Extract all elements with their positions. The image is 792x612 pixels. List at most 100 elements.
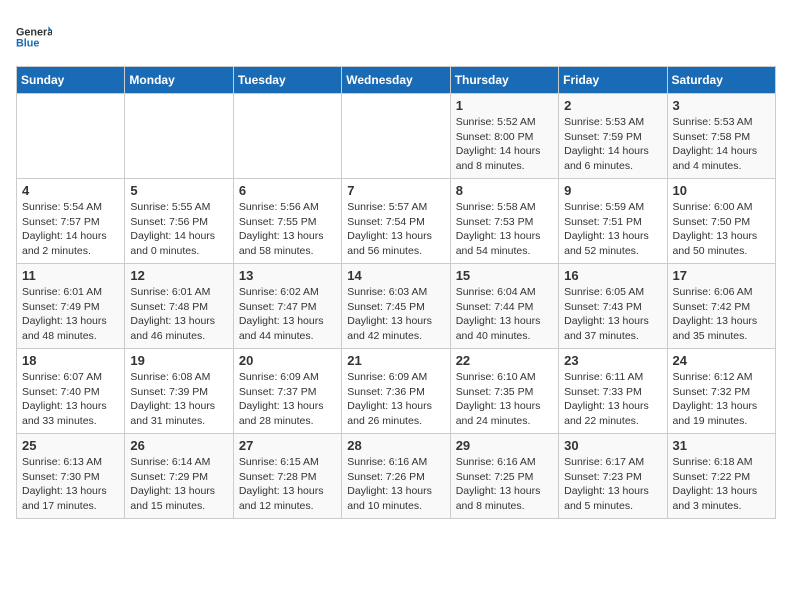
date-number: 8 <box>456 183 553 198</box>
svg-text:General: General <box>16 27 52 39</box>
cell-content: Sunrise: 5:52 AM Sunset: 8:00 PM Dayligh… <box>456 115 553 174</box>
date-number: 18 <box>22 353 119 368</box>
cell-content: Sunrise: 6:00 AM Sunset: 7:50 PM Dayligh… <box>673 200 770 259</box>
calendar-cell: 24 Sunrise: 6:12 AM Sunset: 7:32 PM Dayli… <box>667 349 775 434</box>
date-number: 29 <box>456 438 553 453</box>
date-number: 15 <box>456 268 553 283</box>
calendar-cell: 10 Sunrise: 6:00 AM Sunset: 7:50 PM Dayli… <box>667 179 775 264</box>
cell-content: Sunrise: 6:09 AM Sunset: 7:36 PM Dayligh… <box>347 370 444 429</box>
calendar-cell <box>125 94 233 179</box>
date-number: 16 <box>564 268 661 283</box>
date-number: 2 <box>564 98 661 113</box>
calendar-cell: 22 Sunrise: 6:10 AM Sunset: 7:35 PM Dayli… <box>450 349 558 434</box>
svg-text:Blue: Blue <box>16 37 39 49</box>
cell-content: Sunrise: 6:16 AM Sunset: 7:26 PM Dayligh… <box>347 455 444 514</box>
date-number: 4 <box>22 183 119 198</box>
calendar-cell <box>342 94 450 179</box>
cell-content: Sunrise: 6:13 AM Sunset: 7:30 PM Dayligh… <box>22 455 119 514</box>
date-number: 28 <box>347 438 444 453</box>
calendar-cell: 1 Sunrise: 5:52 AM Sunset: 8:00 PM Daylig… <box>450 94 558 179</box>
calendar-cell: 8 Sunrise: 5:58 AM Sunset: 7:53 PM Daylig… <box>450 179 558 264</box>
cell-content: Sunrise: 6:18 AM Sunset: 7:22 PM Dayligh… <box>673 455 770 514</box>
date-number: 31 <box>673 438 770 453</box>
calendar-cell: 30Sunrise: 6:17 AM Sunset: 7:23 PM Dayli… <box>559 434 667 519</box>
calendar-cell: 9 Sunrise: 5:59 AM Sunset: 7:51 PM Daylig… <box>559 179 667 264</box>
cell-content: Sunrise: 5:56 AM Sunset: 7:55 PM Dayligh… <box>239 200 336 259</box>
calendar-cell: 26 Sunrise: 6:14 AM Sunset: 7:29 PM Dayli… <box>125 434 233 519</box>
date-number: 10 <box>673 183 770 198</box>
cell-content: Sunrise: 5:55 AM Sunset: 7:56 PM Dayligh… <box>130 200 227 259</box>
cell-content: Sunrise: 5:57 AM Sunset: 7:54 PM Dayligh… <box>347 200 444 259</box>
calendar-cell: 20Sunrise: 6:09 AM Sunset: 7:37 PM Dayli… <box>233 349 341 434</box>
calendar-cell: 13 Sunrise: 6:02 AM Sunset: 7:47 PM Dayli… <box>233 264 341 349</box>
calendar-cell: 6 Sunrise: 5:56 AM Sunset: 7:55 PM Daylig… <box>233 179 341 264</box>
date-number: 1 <box>456 98 553 113</box>
logo: General Blue <box>16 20 56 56</box>
date-number: 12 <box>130 268 227 283</box>
calendar-cell: 21Sunrise: 6:09 AM Sunset: 7:36 PM Dayli… <box>342 349 450 434</box>
calendar-cell: 4 Sunrise: 5:54 AM Sunset: 7:57 PM Daylig… <box>17 179 125 264</box>
cell-content: Sunrise: 5:54 AM Sunset: 7:57 PM Dayligh… <box>22 200 119 259</box>
cell-content: Sunrise: 6:17 AM Sunset: 7:23 PM Dayligh… <box>564 455 661 514</box>
date-number: 20 <box>239 353 336 368</box>
date-number: 24 <box>673 353 770 368</box>
cell-content: Sunrise: 6:06 AM Sunset: 7:42 PM Dayligh… <box>673 285 770 344</box>
calendar-cell: 23Sunrise: 6:11 AM Sunset: 7:33 PM Dayli… <box>559 349 667 434</box>
cell-content: Sunrise: 6:04 AM Sunset: 7:44 PM Dayligh… <box>456 285 553 344</box>
cell-content: Sunrise: 5:59 AM Sunset: 7:51 PM Dayligh… <box>564 200 661 259</box>
calendar-cell: 28 Sunrise: 6:16 AM Sunset: 7:26 PM Dayli… <box>342 434 450 519</box>
cell-content: Sunrise: 6:15 AM Sunset: 7:28 PM Dayligh… <box>239 455 336 514</box>
cell-content: Sunrise: 6:10 AM Sunset: 7:35 PM Dayligh… <box>456 370 553 429</box>
calendar-cell: 25 Sunrise: 6:13 AM Sunset: 7:30 PM Dayli… <box>17 434 125 519</box>
cell-content: Sunrise: 6:01 AM Sunset: 7:49 PM Dayligh… <box>22 285 119 344</box>
calendar-cell: 11 Sunrise: 6:01 AM Sunset: 7:49 PM Dayli… <box>17 264 125 349</box>
cell-content: Sunrise: 6:02 AM Sunset: 7:47 PM Dayligh… <box>239 285 336 344</box>
cell-content: Sunrise: 6:11 AM Sunset: 7:33 PM Dayligh… <box>564 370 661 429</box>
column-header-wednesday: Wednesday <box>342 67 450 94</box>
date-number: 5 <box>130 183 227 198</box>
column-header-friday: Friday <box>559 67 667 94</box>
cell-content: Sunrise: 5:58 AM Sunset: 7:53 PM Dayligh… <box>456 200 553 259</box>
calendar-cell: 5 Sunrise: 5:55 AM Sunset: 7:56 PM Daylig… <box>125 179 233 264</box>
cell-content: Sunrise: 6:14 AM Sunset: 7:29 PM Dayligh… <box>130 455 227 514</box>
date-number: 17 <box>673 268 770 283</box>
calendar-cell: 19Sunrise: 6:08 AM Sunset: 7:39 PM Dayli… <box>125 349 233 434</box>
calendar-cell: 16 Sunrise: 6:05 AM Sunset: 7:43 PM Dayli… <box>559 264 667 349</box>
calendar-cell: 31 Sunrise: 6:18 AM Sunset: 7:22 PM Dayli… <box>667 434 775 519</box>
calendar-cell: 7 Sunrise: 5:57 AM Sunset: 7:54 PM Daylig… <box>342 179 450 264</box>
calendar-cell: 27Sunrise: 6:15 AM Sunset: 7:28 PM Dayli… <box>233 434 341 519</box>
calendar-cell: 18 Sunrise: 6:07 AM Sunset: 7:40 PM Dayli… <box>17 349 125 434</box>
column-header-sunday: Sunday <box>17 67 125 94</box>
calendar-cell <box>17 94 125 179</box>
cell-content: Sunrise: 5:53 AM Sunset: 7:58 PM Dayligh… <box>673 115 770 174</box>
cell-content: Sunrise: 6:03 AM Sunset: 7:45 PM Dayligh… <box>347 285 444 344</box>
date-number: 25 <box>22 438 119 453</box>
date-number: 11 <box>22 268 119 283</box>
cell-content: Sunrise: 5:53 AM Sunset: 7:59 PM Dayligh… <box>564 115 661 174</box>
calendar-cell: 14 Sunrise: 6:03 AM Sunset: 7:45 PM Dayli… <box>342 264 450 349</box>
date-number: 13 <box>239 268 336 283</box>
column-header-thursday: Thursday <box>450 67 558 94</box>
date-number: 6 <box>239 183 336 198</box>
date-number: 19 <box>130 353 227 368</box>
calendar-cell: 12Sunrise: 6:01 AM Sunset: 7:48 PM Dayli… <box>125 264 233 349</box>
cell-content: Sunrise: 6:12 AM Sunset: 7:32 PM Dayligh… <box>673 370 770 429</box>
cell-content: Sunrise: 6:16 AM Sunset: 7:25 PM Dayligh… <box>456 455 553 514</box>
calendar-cell: 2 Sunrise: 5:53 AM Sunset: 7:59 PM Daylig… <box>559 94 667 179</box>
date-number: 9 <box>564 183 661 198</box>
date-number: 3 <box>673 98 770 113</box>
date-number: 26 <box>130 438 227 453</box>
calendar-cell <box>233 94 341 179</box>
cell-content: Sunrise: 6:05 AM Sunset: 7:43 PM Dayligh… <box>564 285 661 344</box>
cell-content: Sunrise: 6:07 AM Sunset: 7:40 PM Dayligh… <box>22 370 119 429</box>
calendar-cell: 15 Sunrise: 6:04 AM Sunset: 7:44 PM Dayli… <box>450 264 558 349</box>
date-number: 22 <box>456 353 553 368</box>
date-number: 7 <box>347 183 444 198</box>
calendar-cell: 3 Sunrise: 5:53 AM Sunset: 7:58 PM Daylig… <box>667 94 775 179</box>
date-number: 14 <box>347 268 444 283</box>
header: General Blue <box>16 16 776 56</box>
column-header-monday: Monday <box>125 67 233 94</box>
calendar-table: SundayMondayTuesdayWednesdayThursdayFrid… <box>16 66 776 519</box>
column-header-tuesday: Tuesday <box>233 67 341 94</box>
calendar-cell: 29 Sunrise: 6:16 AM Sunset: 7:25 PM Dayli… <box>450 434 558 519</box>
